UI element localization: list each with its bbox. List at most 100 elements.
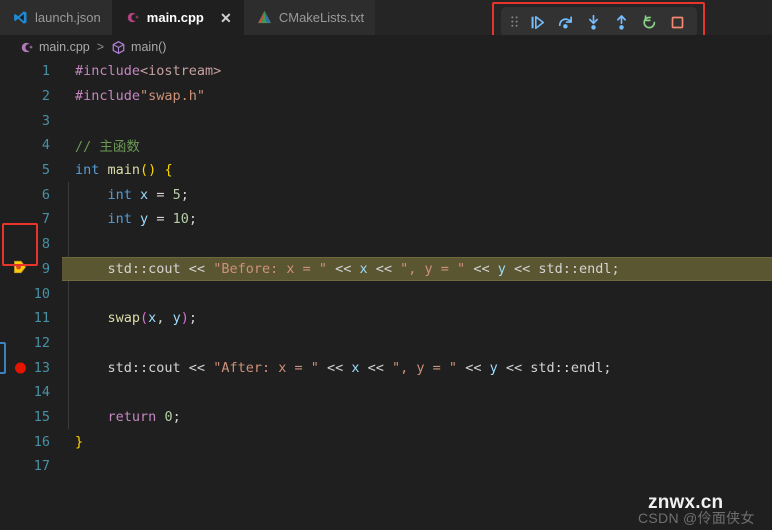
line-number[interactable]: 12: [0, 331, 62, 356]
breadcrumb-file[interactable]: main.cpp: [39, 40, 90, 54]
code-token: ): [180, 310, 189, 327]
step-into-icon: [589, 14, 598, 30]
code-line[interactable]: 4 // 主函数: [0, 133, 772, 158]
code-token: ;: [611, 260, 620, 277]
line-number[interactable]: 4: [0, 133, 62, 158]
code-line[interactable]: 12: [0, 330, 772, 356]
code-line[interactable]: 17: [0, 454, 772, 479]
code-line-content[interactable]: #include <iostream>: [62, 59, 772, 84]
breadcrumb-symbol[interactable]: main(): [131, 40, 166, 54]
code-token: int: [107, 186, 132, 203]
line-number[interactable]: 17: [0, 454, 62, 479]
line-number[interactable]: 11: [0, 306, 62, 331]
code-line[interactable]: 2 #include "swap.h": [0, 84, 772, 109]
step-over-button[interactable]: [553, 10, 579, 34]
editor-tab-cmakelists-txt[interactable]: CMakeLists.txt: [243, 0, 376, 35]
breakpoint-icon[interactable]: [15, 362, 26, 374]
code-token: {: [164, 162, 173, 179]
code-line-content[interactable]: #include "swap.h": [62, 84, 772, 109]
code-line-content[interactable]: [62, 331, 772, 356]
code-token: <iostream>: [140, 63, 222, 80]
line-number[interactable]: 14: [0, 380, 62, 405]
code-line[interactable]: 9 std::cout << "Before: x = " << x << ",…: [0, 256, 772, 282]
line-number[interactable]: 2: [0, 84, 62, 109]
drag-handle-icon: [511, 16, 518, 27]
line-number[interactable]: 5: [0, 158, 62, 183]
code-line-content[interactable]: int y = 10;: [62, 207, 772, 232]
code-token: <<: [359, 359, 393, 376]
editor-tab-main-cpp[interactable]: main.cpp ✕: [111, 0, 244, 35]
code-line-content[interactable]: [62, 380, 772, 405]
code-line-content[interactable]: [62, 281, 772, 306]
code-line-content[interactable]: int main() {: [62, 158, 772, 183]
code-token: <<: [180, 260, 214, 277]
code-line-content[interactable]: swap(x, y);: [62, 306, 772, 331]
code-token: std::cout: [107, 260, 181, 277]
code-token: y: [489, 359, 498, 376]
code-line[interactable]: 1 #include <iostream>: [0, 59, 772, 84]
code-token: x: [351, 359, 360, 376]
code-editor[interactable]: 1 #include <iostream> 2 #include "swap.h" 3 4//…: [0, 59, 772, 530]
line-number[interactable]: 9: [0, 257, 62, 282]
code-token: =: [148, 211, 173, 228]
code-line[interactable]: 5 int main() {: [0, 158, 772, 183]
code-token: int: [75, 162, 100, 179]
code-token: 10: [172, 211, 189, 228]
step-over-icon: [558, 15, 572, 29]
code-token: x: [148, 310, 157, 327]
line-number[interactable]: 8: [0, 232, 62, 257]
line-number[interactable]: 7: [0, 207, 62, 232]
line-number[interactable]: 16: [0, 429, 62, 454]
code-line[interactable]: 14: [0, 379, 772, 405]
code-token: int: [107, 211, 132, 228]
code-line-content[interactable]: std::cout << "After: x = " << x << ", y …: [62, 355, 772, 380]
close-icon[interactable]: ✕: [219, 11, 233, 25]
code-line-content[interactable]: // 主函数: [62, 133, 772, 158]
line-number[interactable]: 6: [0, 182, 62, 207]
code-token: (: [140, 310, 149, 327]
continue-icon: [531, 15, 545, 29]
continue-button[interactable]: [525, 10, 551, 34]
editor-tab-launch-json[interactable]: launch.json: [0, 0, 112, 35]
code-line-content[interactable]: [62, 454, 772, 479]
code-line-content[interactable]: int x = 5;: [62, 182, 772, 207]
step-into-button[interactable]: [581, 10, 607, 34]
code-line-content[interactable]: [62, 108, 772, 133]
code-line-content[interactable]: return 0;: [62, 405, 772, 430]
line-number[interactable]: 10: [0, 281, 62, 306]
drag-handle[interactable]: [507, 11, 523, 33]
code-token: ", y = ": [400, 260, 466, 277]
line-number[interactable]: 1: [0, 59, 62, 84]
code-line-content[interactable]: [62, 232, 772, 257]
step-out-button[interactable]: [609, 10, 635, 34]
code-line[interactable]: 13 std::cout << "After: x = " << x << ",…: [0, 355, 772, 380]
restart-icon: [643, 14, 656, 28]
restart-button[interactable]: [637, 10, 663, 34]
code-token: y: [172, 310, 181, 327]
code-line-content[interactable]: std::cout << "Before: x = " << x << ", y…: [62, 256, 772, 282]
code-line[interactable]: 10: [0, 281, 772, 306]
code-line[interactable]: 6 int x = 5;: [0, 182, 772, 208]
code-line[interactable]: 16}: [0, 429, 772, 454]
line-number[interactable]: 3: [0, 108, 62, 133]
line-number[interactable]: 13: [0, 355, 62, 380]
code-line[interactable]: 3: [0, 108, 772, 133]
code-line[interactable]: 11 swap(x, y);: [0, 305, 772, 331]
line-number[interactable]: 15: [0, 405, 62, 430]
code-line[interactable]: 15 return 0;: [0, 404, 772, 430]
code-line-content[interactable]: }: [62, 429, 772, 454]
code-token: ;: [172, 408, 181, 425]
code-line[interactable]: 7 int y = 10;: [0, 207, 772, 232]
cpp-icon: [127, 12, 139, 23]
code-line[interactable]: 8: [0, 231, 772, 257]
stop-button[interactable]: [665, 10, 691, 34]
execution-pointer-icon[interactable]: [12, 259, 28, 279]
editor-tab-label: CMakeLists.txt: [278, 10, 365, 25]
stop-icon: [671, 16, 684, 28]
